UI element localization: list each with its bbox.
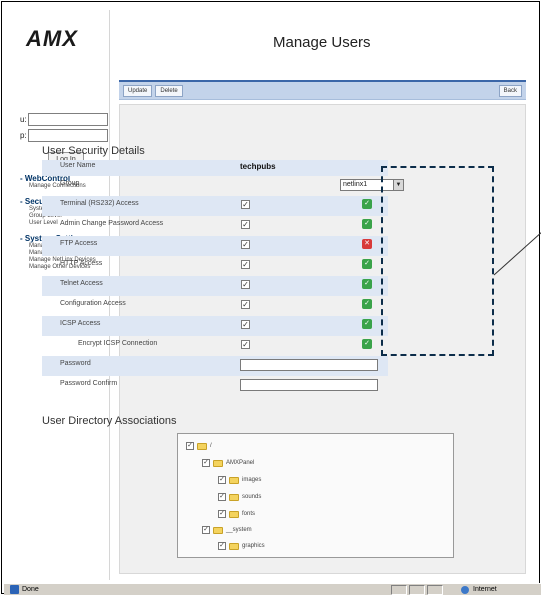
permission-label: ICSP Access — [60, 320, 101, 327]
permission-row: Terminal (RS232) Access ✓ ✓ — [42, 196, 388, 216]
row-user-name: User Name techpubs — [42, 160, 388, 176]
permission-label: HTTP Access — [60, 260, 103, 267]
folder-icon — [229, 493, 239, 501]
status-cell — [409, 584, 425, 595]
page-icon — [10, 585, 19, 594]
row-group: Group netlinx1 ▼ — [42, 176, 404, 196]
amx-logo-text: AMX — [25, 26, 78, 51]
directory-tree: ✓ / ✓ AMXPanel ✓ images ✓ sounds ✓ fonts ✓ __s… — [177, 433, 454, 558]
permission-checkbox[interactable]: ✓ — [241, 240, 250, 249]
security-table: User Name techpubs Group netlinx1 ▼ — [42, 160, 404, 196]
permission-checkbox[interactable]: ✓ — [241, 220, 250, 229]
permission-label: Configuration Access — [60, 300, 126, 307]
update-button[interactable]: Update — [123, 84, 153, 97]
security-heading: User Security Details — [42, 145, 145, 157]
password-rows: Password Password Confirm — [42, 356, 388, 396]
status-denied-icon: ✕ — [362, 239, 372, 249]
checkbox-icon[interactable]: ✓ — [218, 476, 226, 484]
permission-row: FTP Access ✓ ✕ — [42, 236, 388, 256]
folder-icon — [213, 526, 223, 534]
checkbox-icon[interactable]: ✓ — [202, 459, 210, 467]
tree-node-amxpanel[interactable]: ✓ AMXPanel — [202, 459, 254, 467]
permission-checkbox[interactable]: ✓ — [241, 280, 250, 289]
permission-row: ICSP Access ✓ ✓ — [42, 316, 388, 336]
status-text: Done — [22, 586, 39, 593]
permission-label: Telnet Access — [60, 280, 103, 287]
security-zone: Internet — [461, 585, 541, 594]
permission-checkbox[interactable]: ✓ — [241, 200, 250, 209]
status-cells — [389, 584, 443, 595]
status-ok-icon: ✓ — [362, 319, 372, 329]
tree-node-graphics[interactable]: ✓ graphics — [218, 542, 265, 550]
password-confirm-label: Password Confirm — [60, 380, 118, 387]
user-name-label: User Name — [60, 162, 96, 169]
checkbox-icon[interactable]: ✓ — [202, 526, 210, 534]
password-field[interactable] — [28, 129, 108, 142]
status-ok-icon: ✓ — [362, 299, 372, 309]
folder-icon — [213, 459, 223, 467]
permission-row: Admin Change Password Access ✓ ✓ — [42, 216, 388, 236]
status-ok-icon: ✓ — [362, 199, 372, 209]
folder-icon — [229, 542, 239, 550]
group-select-value: netlinx1 — [343, 181, 368, 188]
dashed-callout — [381, 166, 494, 356]
status-bar: Done Internet — [4, 583, 541, 595]
status-cell — [391, 584, 407, 595]
permission-row: Encrypt ICSP Connection ✓ ✓ — [42, 336, 388, 356]
checkbox-icon[interactable]: ✓ — [218, 493, 226, 501]
globe-icon — [461, 585, 469, 594]
tree-node-root[interactable]: ✓ / — [186, 442, 212, 450]
permission-row: Configuration Access ✓ ✓ — [42, 296, 388, 316]
permission-label: FTP Access — [60, 240, 98, 247]
permission-checkbox[interactable]: ✓ — [241, 300, 250, 309]
user-name-value: techpubs — [240, 162, 276, 171]
permission-checkbox[interactable]: ✓ — [241, 340, 250, 349]
password-label: p: — [20, 131, 27, 140]
checkbox-icon[interactable]: ✓ — [218, 542, 226, 550]
group-label: Group — [60, 180, 80, 187]
back-button[interactable]: Back — [498, 84, 522, 97]
tree-node-system[interactable]: ✓ __system — [202, 526, 252, 534]
amx-logo: AMX — [25, 26, 78, 51]
permission-row: Telnet Access ✓ ✓ — [42, 276, 388, 296]
permission-rows: Terminal (RS232) Access ✓ ✓ Admin Change Pa… — [42, 196, 388, 356]
status-ok-icon: ✓ — [362, 219, 372, 229]
folder-icon — [229, 510, 239, 518]
permission-row: HTTP Access ✓ ✓ — [42, 256, 388, 276]
permission-label: Terminal (RS232) Access — [60, 200, 139, 207]
permission-label: Admin Change Password Access — [60, 220, 164, 227]
folder-icon — [229, 476, 239, 484]
permission-checkbox[interactable]: ✓ — [241, 260, 250, 269]
checkbox-icon[interactable]: ✓ — [218, 510, 226, 518]
page-title: Manage Users — [273, 34, 371, 51]
status-ok-icon: ✓ — [362, 339, 372, 349]
callout-leader-line — [493, 232, 541, 276]
permission-label: Encrypt ICSP Connection — [78, 340, 158, 347]
tree-node-fonts[interactable]: ✓ fonts — [218, 510, 255, 518]
folder-icon — [197, 442, 207, 450]
checkbox-icon[interactable]: ✓ — [186, 442, 194, 450]
status-cell — [427, 584, 443, 595]
user-password-field[interactable] — [240, 359, 378, 371]
browser-window: AMX u: p: Log In - WebControl Manage Con… — [1, 1, 541, 595]
user-label: u: — [20, 115, 27, 124]
tree-node-images[interactable]: ✓ images — [218, 476, 261, 484]
permission-checkbox[interactable]: ✓ — [241, 320, 250, 329]
status-ok-icon: ✓ — [362, 279, 372, 289]
delete-button[interactable]: Delete — [155, 84, 183, 97]
directory-heading: User Directory Associations — [42, 415, 177, 427]
login-form: u: p: Log In — [20, 113, 108, 166]
zone-text: Internet — [473, 586, 497, 593]
password-label: Password — [60, 360, 91, 367]
toolbar: Update Delete Back — [119, 80, 526, 100]
row-password-confirm: Password Confirm — [42, 376, 388, 396]
tree-node-sounds[interactable]: ✓ sounds — [218, 493, 261, 501]
username-field[interactable] — [28, 113, 108, 126]
user-password-confirm-field[interactable] — [240, 379, 378, 391]
status-ok-icon: ✓ — [362, 259, 372, 269]
row-password: Password — [42, 356, 388, 376]
